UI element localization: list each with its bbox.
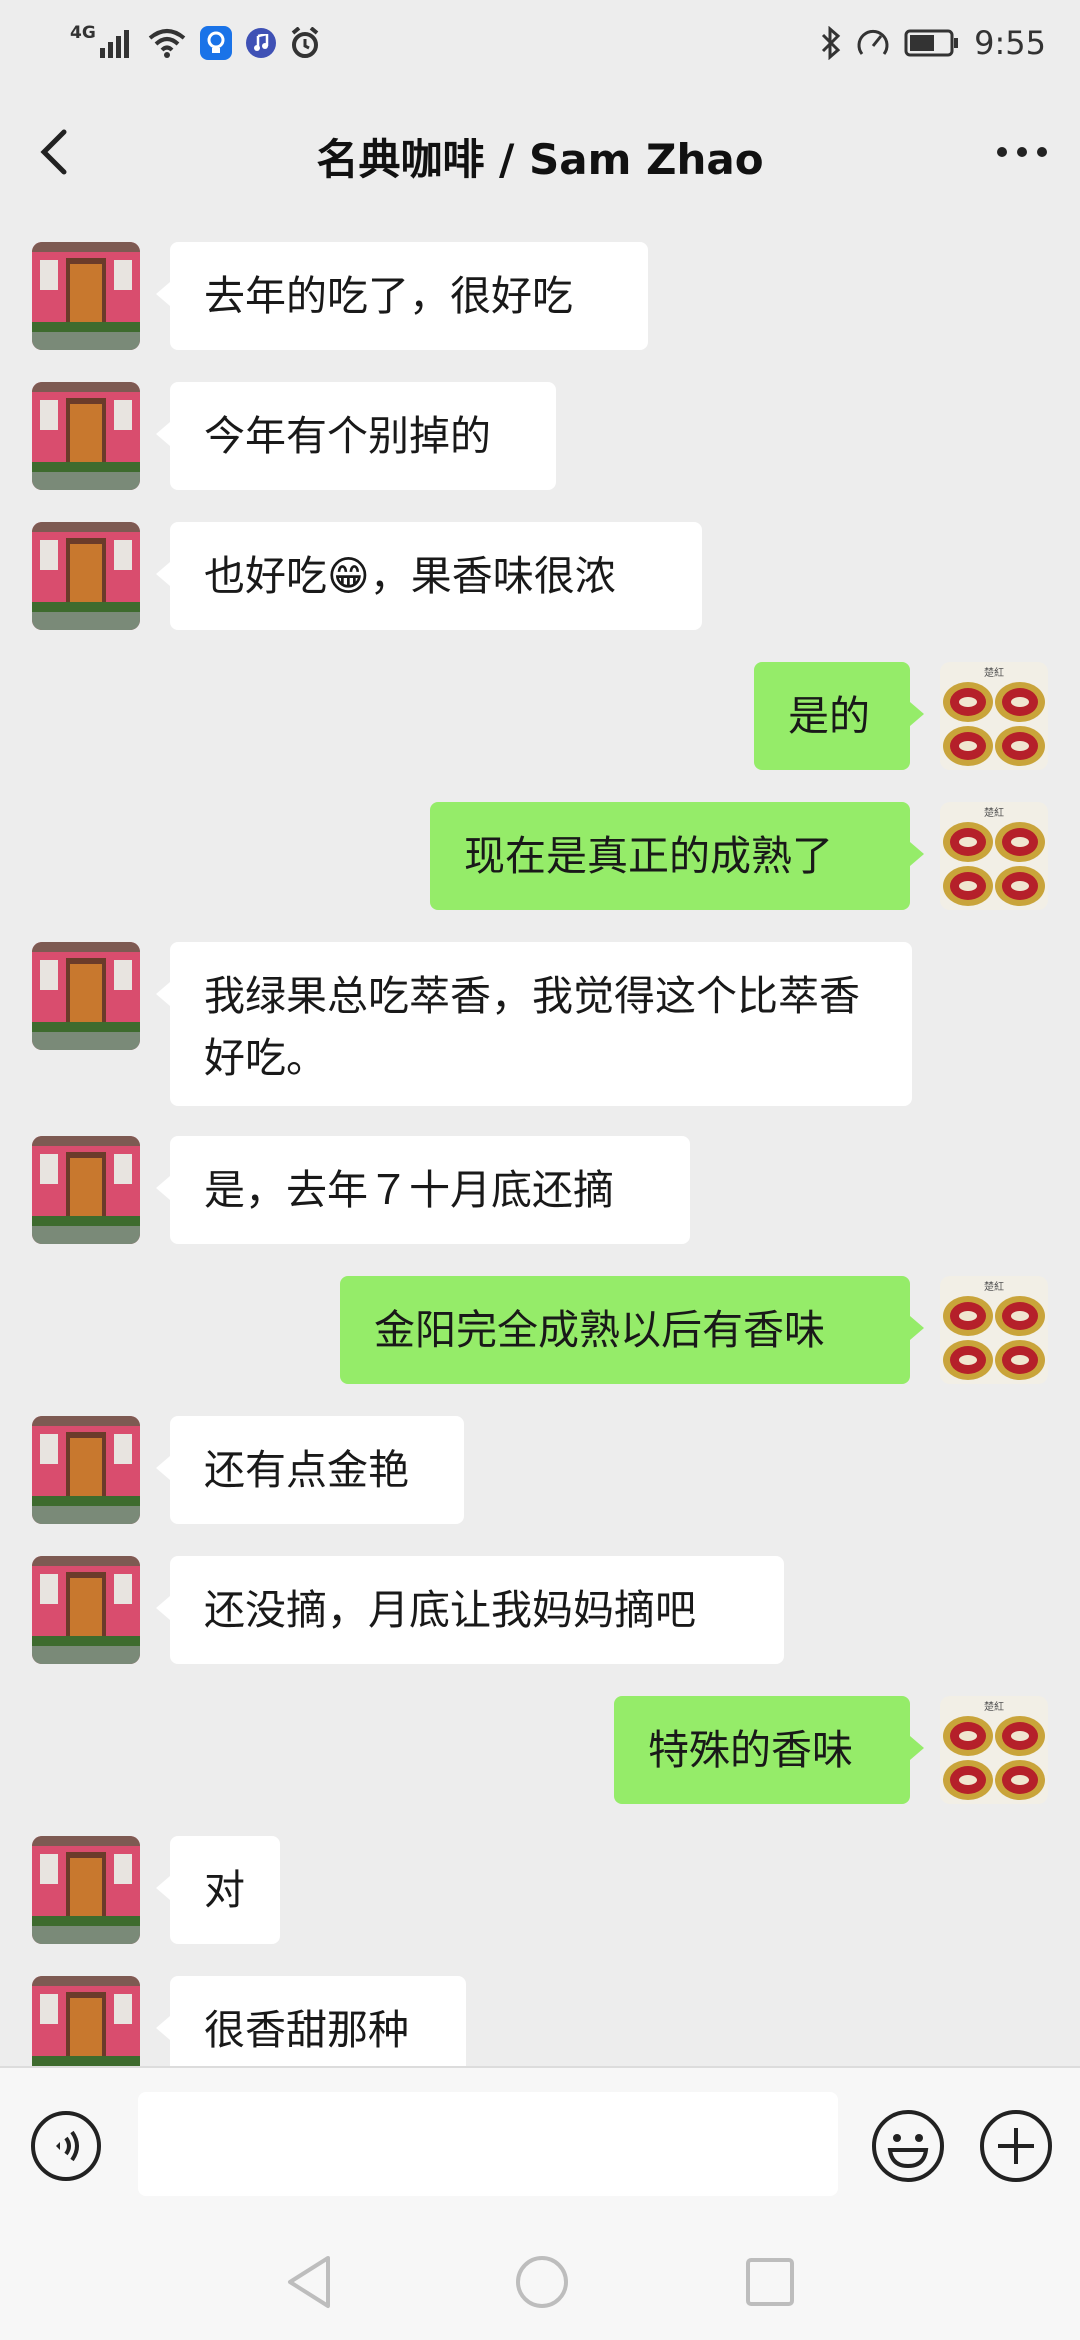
app-notification-icon — [199, 26, 232, 60]
message-row: 特殊的香味 楚紅 — [0, 1696, 1080, 1808]
emoji-icon — [872, 2110, 944, 2182]
message-row: 现在是真正的成熟了 楚紅 — [0, 802, 1080, 914]
incoming-message-bubble[interactable]: 对 — [156, 1836, 280, 1944]
more-options-button[interactable] — [990, 124, 1054, 180]
incoming-message-bubble[interactable]: 也好吃😁，果香味很浓 — [156, 522, 702, 630]
contact-avatar[interactable] — [32, 1836, 140, 1944]
vibrate-icon — [856, 26, 890, 60]
back-arrow-icon — [40, 129, 67, 175]
contact-avatar[interactable] — [32, 382, 140, 490]
alarm-icon — [290, 27, 320, 59]
incoming-message-bubble[interactable]: 今年有个别掉的 — [156, 382, 556, 490]
status-left: 4G — [70, 20, 320, 66]
system-back-button[interactable] — [282, 2252, 338, 2312]
chat-title: 名典咖啡 / Sam Zhao — [316, 135, 764, 184]
system-back-icon — [288, 2256, 330, 2308]
message-input[interactable] — [138, 2092, 838, 2196]
voice-input-button[interactable] — [30, 2110, 102, 2182]
user-avatar[interactable]: 楚紅 — [940, 1696, 1048, 1804]
contact-avatar[interactable] — [32, 242, 140, 350]
system-recent-apps-button[interactable] — [742, 2252, 798, 2312]
system-home-icon — [516, 2256, 568, 2308]
chat-header: 名典咖啡 / Sam Zhao — [0, 104, 1080, 200]
message-row: 还有点金艳 — [0, 1416, 1080, 1528]
clock: 9:55 — [974, 24, 1046, 62]
message-row: 去年的吃了，很好吃 — [0, 242, 1080, 354]
outgoing-message-bubble[interactable]: 是的 — [754, 662, 924, 770]
outgoing-message-bubble[interactable]: 现在是真正的成熟了 — [430, 802, 924, 910]
contact-avatar[interactable] — [32, 1416, 140, 1524]
outgoing-message-bubble[interactable]: 特殊的香味 — [614, 1696, 924, 1804]
more-dots-icon — [997, 147, 1047, 157]
message-row: 还没摘，月底让我妈妈摘吧 — [0, 1556, 1080, 1668]
voice-icon — [31, 2111, 101, 2181]
message-row: 也好吃😁，果香味很浓 — [0, 522, 1080, 634]
more-functions-button[interactable] — [978, 2108, 1054, 2184]
wifi-icon — [148, 28, 186, 58]
message-row: 很香甜那种 — [0, 1976, 1080, 2066]
incoming-message-bubble[interactable]: 还有点金艳 — [156, 1416, 464, 1524]
message-row: 是，去年７十月底还摘 — [0, 1136, 1080, 1248]
status-right: 9:55 — [820, 20, 1046, 66]
message-row: 我绿果总吃萃香，我觉得这个比萃香好吃。 — [0, 942, 1080, 1112]
signal-icon — [99, 28, 134, 58]
system-recent-icon — [746, 2258, 794, 2306]
svg-text:楚紅: 楚紅 — [984, 666, 1004, 679]
contact-avatar[interactable] — [32, 1976, 140, 2066]
contact-avatar[interactable] — [32, 1556, 140, 1664]
bluetooth-icon — [820, 26, 842, 60]
message-row: 金阳完全成熟以后有香味 楚紅 — [0, 1276, 1080, 1388]
music-icon — [245, 28, 276, 58]
contact-avatar[interactable] — [32, 942, 140, 1050]
incoming-message-bubble[interactable]: 我绿果总吃萃香，我觉得这个比萃香好吃。 — [156, 942, 912, 1106]
network-type-label: 4G — [70, 23, 96, 43]
input-bar — [0, 2066, 1080, 2228]
message-row: 是的 楚紅 — [0, 662, 1080, 774]
user-avatar[interactable]: 楚紅 — [940, 802, 1048, 910]
plus-icon — [980, 2110, 1052, 2182]
contact-avatar[interactable] — [32, 522, 140, 630]
status-bar: 4G 9:55 — [0, 0, 1080, 86]
message-row: 今年有个别掉的 — [0, 382, 1080, 494]
emoji-button[interactable] — [870, 2108, 946, 2184]
system-home-button[interactable] — [512, 2252, 572, 2312]
svg-text:楚紅: 楚紅 — [984, 1700, 1004, 1713]
system-navigation-bar — [0, 2226, 1080, 2340]
svg-text:楚紅: 楚紅 — [984, 806, 1004, 819]
battery-icon — [904, 28, 960, 58]
message-row: 对 — [0, 1836, 1080, 1948]
contact-avatar[interactable] — [32, 1136, 140, 1244]
outgoing-message-bubble[interactable]: 金阳完全成熟以后有香味 — [340, 1276, 924, 1384]
svg-text:楚紅: 楚紅 — [984, 1280, 1004, 1293]
back-button[interactable] — [28, 124, 84, 180]
user-avatar[interactable]: 楚紅 — [940, 1276, 1048, 1384]
incoming-message-bubble[interactable]: 是，去年７十月底还摘 — [156, 1136, 690, 1244]
incoming-message-bubble[interactable]: 去年的吃了，很好吃 — [156, 242, 648, 350]
incoming-message-bubble[interactable]: 很香甜那种 — [156, 1976, 466, 2066]
user-avatar[interactable]: 楚紅 — [940, 662, 1048, 770]
incoming-message-bubble[interactable]: 还没摘，月底让我妈妈摘吧 — [156, 1556, 784, 1664]
